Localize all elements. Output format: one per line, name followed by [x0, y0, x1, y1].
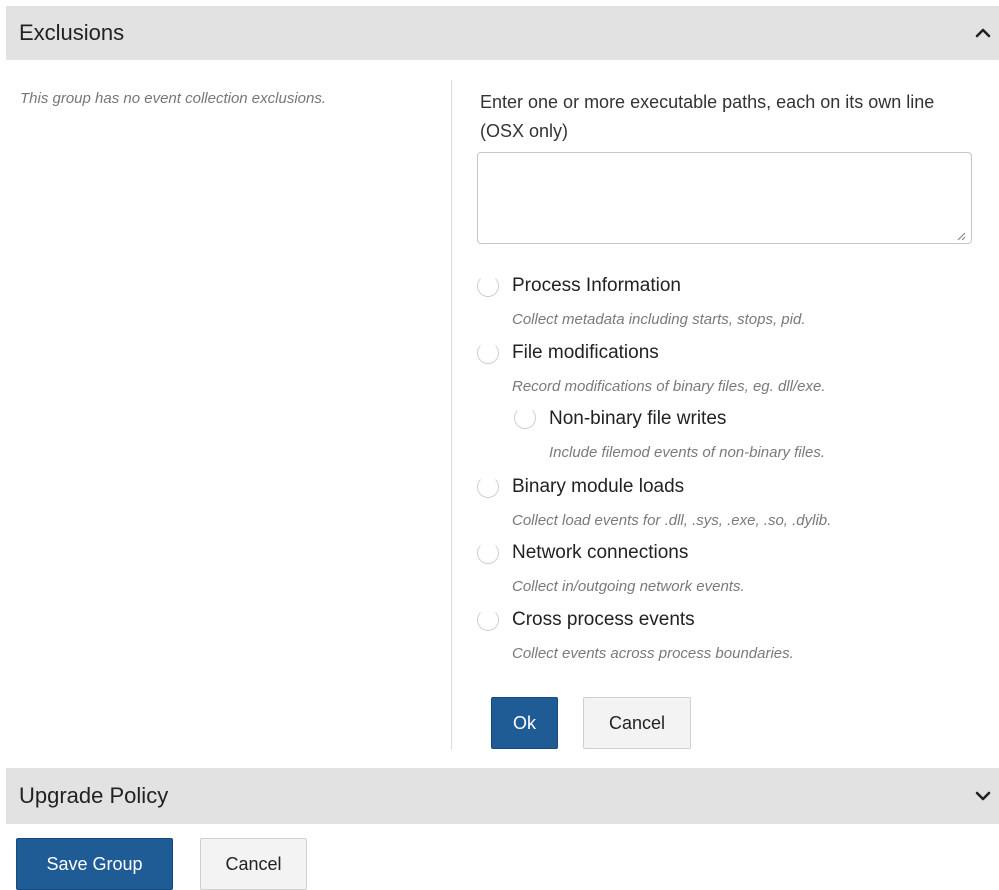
resize-grip-icon[interactable] — [955, 228, 966, 241]
no-exclusions-text: This group has no event collection exclu… — [20, 90, 327, 107]
exclusions-cancel-button[interactable]: Cancel — [583, 697, 691, 749]
exclusions-title: Exclusions — [19, 20, 125, 45]
exclusions-section-header[interactable]: Exclusions — [6, 6, 999, 60]
option-description: Collect metadata including starts, stops… — [512, 311, 806, 328]
option-label: Non-binary file writes — [549, 408, 727, 429]
file-modifications-checkbox[interactable] — [477, 342, 499, 364]
option-description: Include filemod events of non-binary fil… — [549, 444, 825, 461]
option-label: Process Information — [512, 275, 681, 296]
process-information-checkbox[interactable] — [477, 275, 499, 297]
option-label: Binary module loads — [512, 476, 685, 497]
chevron-up-icon[interactable] — [975, 27, 991, 39]
chevron-down-icon[interactable] — [975, 790, 991, 802]
column-divider — [451, 80, 452, 750]
option-description: Collect events across process boundaries… — [512, 645, 794, 662]
option-description: Record modifications of binary files, eg… — [512, 378, 826, 395]
non-binary-file-writes-checkbox[interactable] — [514, 407, 536, 429]
binary-module-loads-checkbox[interactable] — [477, 476, 499, 498]
paths-label: Enter one or more executable paths, each… — [480, 92, 935, 141]
option-label: Network connections — [512, 542, 689, 563]
cross-process-events-checkbox[interactable] — [477, 609, 499, 631]
option-description: Collect in/outgoing network events. — [512, 578, 745, 595]
ok-button[interactable]: Ok — [491, 697, 558, 749]
save-group-button[interactable]: Save Group — [16, 838, 173, 890]
network-connections-checkbox[interactable] — [477, 542, 499, 564]
executable-paths-textarea[interactable] — [477, 152, 972, 244]
option-label: File modifications — [512, 342, 659, 363]
upgrade-policy-section-header[interactable]: Upgrade Policy — [6, 768, 999, 824]
option-label: Cross process events — [512, 609, 695, 630]
option-description: Collect load events for .dll, .sys, .exe… — [512, 512, 832, 529]
footer-cancel-button[interactable]: Cancel — [200, 838, 307, 890]
upgrade-policy-title: Upgrade Policy — [19, 783, 169, 808]
